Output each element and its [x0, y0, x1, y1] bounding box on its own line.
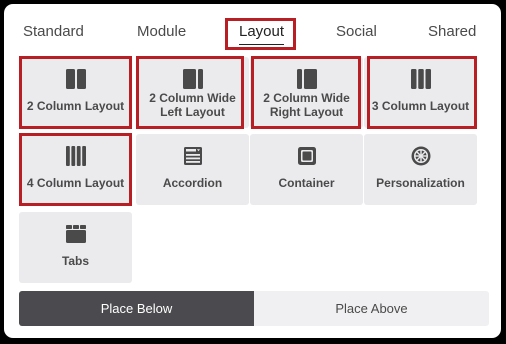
tabs-icon	[19, 223, 132, 245]
tile-tabs[interactable]: Tabs	[19, 212, 132, 283]
tab-standard-label: Standard	[23, 23, 84, 40]
tile-personalization[interactable]: Personalization	[364, 134, 477, 205]
layout-picker-panel: Standard Module Layout Social Shared 2 C…	[4, 4, 501, 338]
tile-label: Tabs	[61, 254, 90, 268]
tab-module[interactable]: Module	[137, 22, 186, 42]
two-column-wide-right-icon	[250, 68, 363, 90]
personalization-icon	[364, 145, 477, 167]
tile-label: 4 Column Layout	[26, 176, 125, 190]
four-column-icon	[19, 145, 132, 167]
tab-standard[interactable]: Standard	[23, 22, 84, 42]
container-icon	[250, 145, 363, 167]
tile-label: 3 Column Layout	[371, 99, 470, 113]
tile-4-column-layout[interactable]: 4 Column Layout	[19, 134, 132, 205]
tile-label-line2: Left Layout	[160, 105, 225, 119]
tab-layout-label: Layout	[239, 22, 285, 45]
placement-toggle: Place Below Place Above	[19, 291, 489, 326]
tile-label-line1: 2 Column Wide	[149, 91, 236, 105]
tile-label: 2 Column Layout	[26, 99, 125, 113]
tile-label: Container	[278, 176, 335, 190]
tile-accordion[interactable]: Accordion	[136, 134, 249, 205]
accordion-icon	[136, 145, 249, 167]
tab-social[interactable]: Social	[336, 22, 377, 42]
tab-bar: Standard Module Layout Social Shared	[4, 4, 501, 52]
tile-label-line1: 2 Column Wide	[263, 91, 350, 105]
two-column-wide-left-icon	[136, 68, 249, 90]
tile-3-column-layout[interactable]: 3 Column Layout	[364, 57, 477, 128]
tile-container[interactable]: Container	[250, 134, 363, 205]
tile-2-column-wide-left-layout[interactable]: 2 Column Wide Left Layout	[136, 57, 249, 128]
tab-social-label: Social	[336, 23, 377, 40]
tile-2-column-wide-right-layout[interactable]: 2 Column Wide Right Layout	[250, 57, 363, 128]
tab-module-label: Module	[137, 23, 187, 40]
tab-layout[interactable]: Layout	[239, 22, 285, 45]
place-above-button[interactable]: Place Above	[254, 291, 489, 326]
tile-2-column-layout[interactable]: 2 Column Layout	[19, 57, 132, 128]
tile-label: Accordion	[162, 176, 223, 190]
three-column-icon	[364, 68, 477, 90]
tab-shared[interactable]: Shared	[428, 22, 476, 42]
two-column-icon	[19, 68, 132, 90]
tile-label: Personalization	[376, 176, 465, 190]
tab-shared-label: Shared	[428, 23, 477, 40]
place-below-button[interactable]: Place Below	[19, 291, 254, 326]
tile-label-line2: Right Layout	[269, 105, 344, 119]
